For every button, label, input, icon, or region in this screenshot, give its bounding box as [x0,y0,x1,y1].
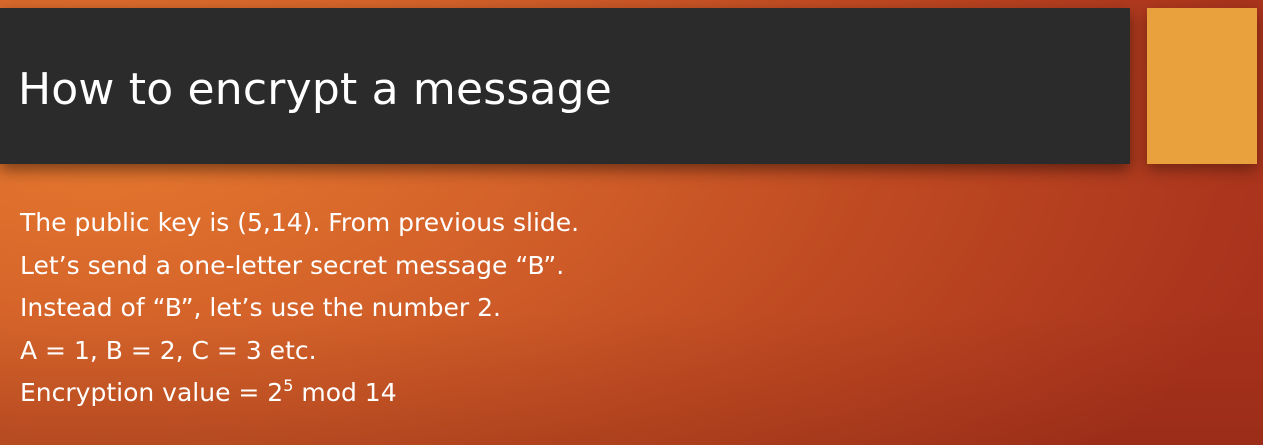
slide-title: How to encrypt a message [18,64,613,115]
accent-square [1147,8,1257,164]
title-bar: How to encrypt a message [0,8,1130,164]
body-line-public-key: The public key is (5,14). From previous … [20,208,580,237]
encryption-exponent: 5 [283,376,294,395]
body-line-letter-mapping: A = 1, B = 2, C = 3 etc. [20,335,317,365]
slide: How to encrypt a message The public key … [0,0,1263,445]
body-line-secret-message: Let’s send a one-letter secret message “… [20,250,565,280]
body-line-encryption-value: Encryption value = 25 mod 14 [20,372,579,415]
slide-body: The public key is (5,14). From previous … [20,202,579,415]
encryption-suffix: mod 14 [293,378,397,407]
encryption-prefix: Encryption value = 2 [20,378,284,407]
body-line-number-substitution: Instead of “B”, let’s use the number 2. [20,293,502,322]
